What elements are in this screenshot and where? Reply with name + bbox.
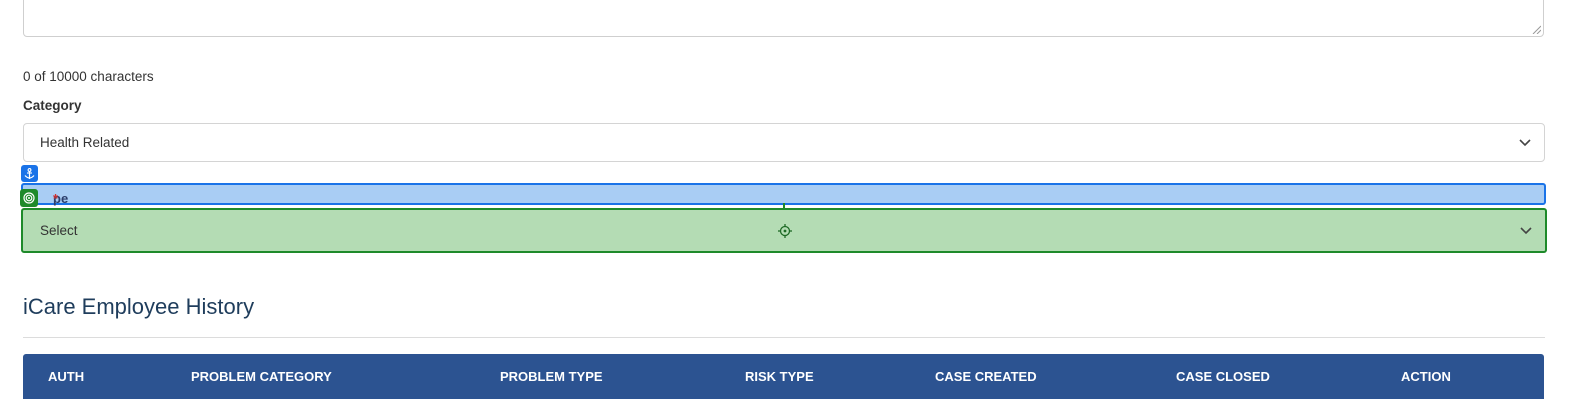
- resize-grip-icon[interactable]: [1531, 24, 1541, 34]
- type-select[interactable]: Select: [21, 208, 1547, 253]
- target-icon: [20, 189, 38, 207]
- column-header-action[interactable]: ACTION: [1401, 369, 1451, 384]
- description-textarea[interactable]: [23, 0, 1544, 37]
- chevron-down-icon: [1519, 138, 1531, 146]
- category-select[interactable]: Health Related: [23, 123, 1545, 162]
- divider: [23, 337, 1545, 338]
- column-header-risk-type[interactable]: RISK TYPE: [745, 369, 814, 384]
- column-header-problem-type[interactable]: PROBLEM TYPE: [500, 369, 603, 384]
- category-label: Category: [23, 98, 82, 113]
- column-header-case-closed[interactable]: CASE CLOSED: [1176, 369, 1270, 384]
- column-header-case-created[interactable]: CASE CREATED: [935, 369, 1037, 384]
- type-select-value: Select: [40, 223, 78, 238]
- category-select-value: Health Related: [40, 135, 130, 150]
- chevron-down-icon: [1520, 227, 1532, 235]
- column-header-problem-category[interactable]: PROBLEM CATEGORY: [191, 369, 332, 384]
- column-header-auth[interactable]: AUTH: [48, 369, 84, 384]
- crosshair-icon: [778, 224, 792, 238]
- anchor-icon: [21, 165, 38, 182]
- history-table-header: AUTH PROBLEM CATEGORY PROBLEM TYPE RISK …: [23, 354, 1544, 399]
- type-label: pe *: [21, 183, 1546, 206]
- section-title: iCare Employee History: [23, 294, 255, 319]
- char-count: 0 of 10000 characters: [23, 69, 154, 84]
- required-mark: *: [53, 191, 59, 206]
